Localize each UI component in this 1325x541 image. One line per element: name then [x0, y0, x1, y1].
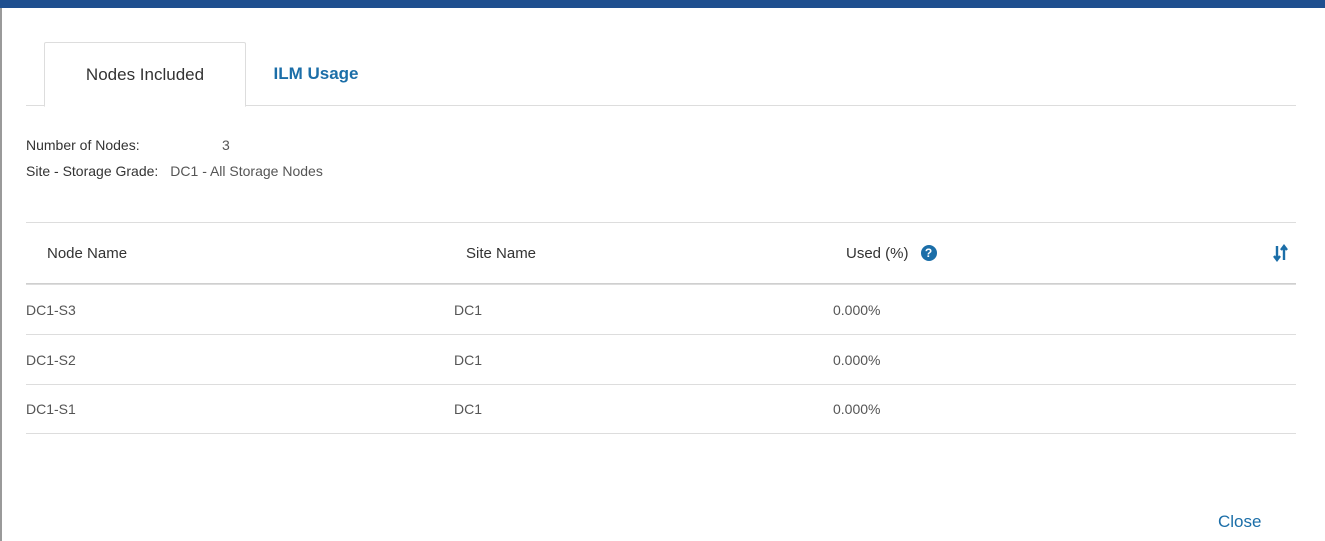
cell-node-name: DC1-S2	[26, 351, 76, 368]
nodes-count-label: Number of Nodes:	[26, 137, 140, 153]
tab-bar: Nodes Included ILM Usage	[26, 42, 1296, 107]
sort-icon[interactable]	[1266, 223, 1296, 283]
table-header-row: Node Name Site Name Used (%) ?	[26, 222, 1296, 284]
modal-header-bar	[0, 0, 1325, 8]
header-site-name: Site Name	[466, 244, 537, 262]
summary-section: Number of Nodes: 3 Site - Storage Grade:…	[26, 132, 323, 184]
close-button[interactable]: Close	[1218, 512, 1261, 532]
cell-node-name: DC1-S3	[26, 301, 76, 318]
header-node-name: Node Name	[47, 244, 128, 262]
cell-node-name: DC1-S1	[26, 401, 76, 417]
cell-used: 0.000%	[833, 351, 881, 368]
storage-grade-label: Site - Storage Grade:	[26, 163, 159, 179]
help-circle-icon[interactable]: ?	[920, 245, 937, 261]
tab-ilm-usage[interactable]: ILM Usage	[246, 42, 386, 106]
header-used-label: Used (%)	[846, 244, 909, 262]
nodes-count-value: 3	[222, 137, 230, 153]
modal-left-border	[0, 8, 2, 541]
cell-site-name: DC1	[454, 301, 483, 318]
storage-grade-row: Site - Storage Grade: DC1 - All Storage …	[26, 158, 323, 184]
tab-nodes-included[interactable]: Nodes Included	[44, 42, 246, 107]
nodes-count-row: Number of Nodes: 3	[26, 132, 323, 158]
table-row[interactable]: DC1-S1 DC1 0.000%	[26, 384, 1296, 434]
header-used: Used (%) ?	[846, 223, 937, 283]
cell-used: 0.000%	[833, 401, 881, 417]
table-row[interactable]: DC1-S2 DC1 0.000%	[26, 334, 1296, 384]
table-row[interactable]: DC1-S3 DC1 0.000%	[26, 284, 1296, 334]
cell-used: 0.000%	[833, 301, 881, 318]
cell-site-name: DC1	[454, 401, 483, 417]
storage-grade-value: DC1 - All Storage Nodes	[170, 163, 323, 179]
nodes-table: Node Name Site Name Used (%) ? DC1-S3 DC…	[26, 222, 1296, 434]
cell-site-name: DC1	[454, 351, 483, 368]
